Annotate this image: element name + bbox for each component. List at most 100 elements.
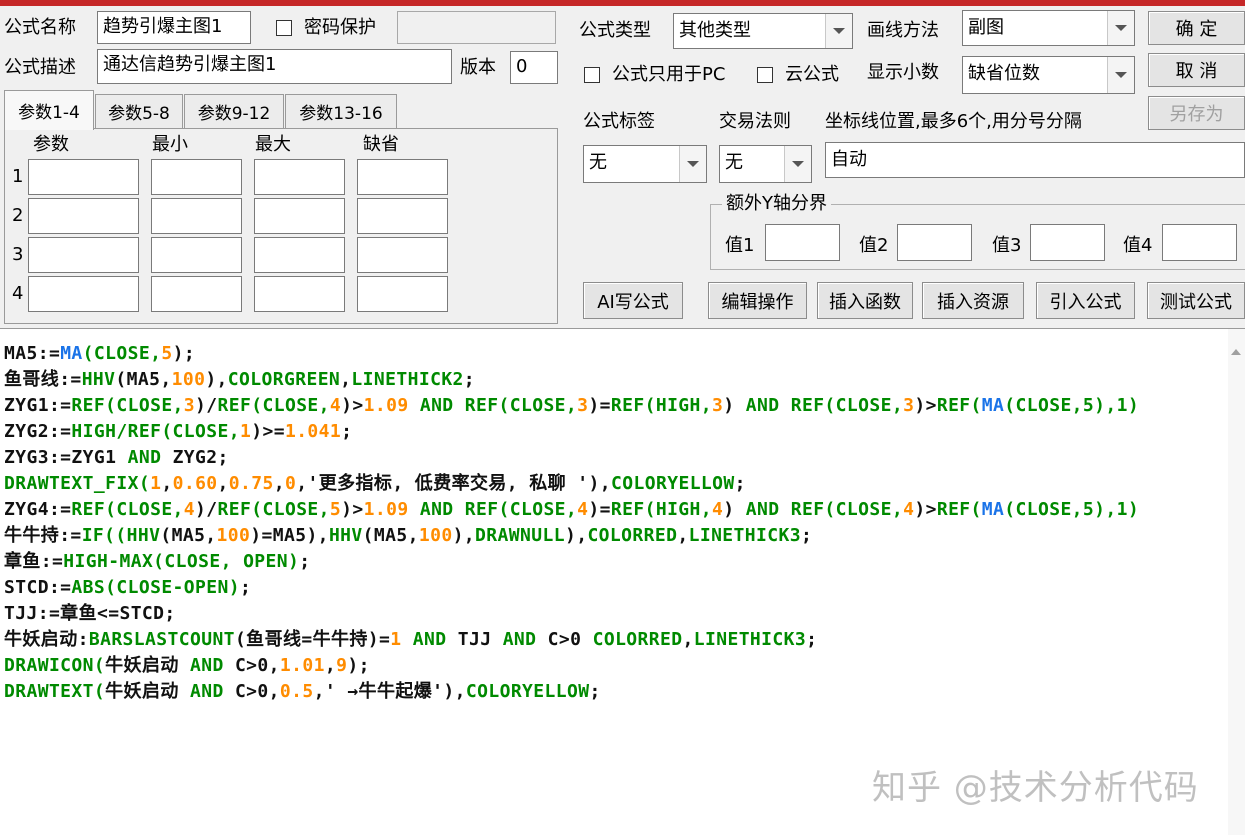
param-default-input[interactable] xyxy=(357,198,448,234)
axis-position-input[interactable]: 自动 xyxy=(825,142,1245,178)
ok-button[interactable]: 确 定 xyxy=(1148,11,1245,45)
save-as-button[interactable]: 另存为 xyxy=(1148,96,1245,130)
param-min-input[interactable] xyxy=(151,276,242,312)
code-text[interactable]: MA5:=MA(CLOSE,5); 鱼哥线:=HHV(MA5,100),COLOR… xyxy=(4,341,1228,705)
code-token: ) xyxy=(723,499,746,520)
code-token: 0.75 xyxy=(228,473,274,494)
ai-write-formula-button[interactable]: AI写公式 xyxy=(583,282,683,319)
chevron-down-icon[interactable] xyxy=(784,146,811,182)
param-name-input[interactable] xyxy=(28,237,139,273)
formula-type-select[interactable]: 其他类型 xyxy=(673,13,853,49)
code-token: C>0, xyxy=(223,681,280,702)
code-token: LINETHICK2 xyxy=(351,369,464,390)
draw-method-select[interactable]: 副图 xyxy=(962,10,1135,46)
param-min-input[interactable] xyxy=(151,237,242,273)
insert-resource-button[interactable]: 插入资源 xyxy=(922,282,1024,319)
cancel-button[interactable]: 取 消 xyxy=(1148,53,1245,87)
value4-input[interactable] xyxy=(1162,224,1237,261)
value1-input[interactable] xyxy=(765,224,840,261)
code-line[interactable]: MA5:=MA(CLOSE,5); xyxy=(4,341,1228,367)
code-line[interactable]: 鱼哥线:=HHV(MA5,100),COLORGREEN,LINETHICK2; xyxy=(4,367,1228,393)
code-token: MA xyxy=(60,343,83,364)
code-token: 1.09 xyxy=(363,499,409,520)
param-max-input[interactable] xyxy=(254,276,345,312)
insert-function-button[interactable]: 插入函数 xyxy=(817,282,913,319)
code-token: (CLOSE,5),1) xyxy=(1004,499,1140,520)
trade-rule-select[interactable]: 无 xyxy=(719,145,812,183)
code-token: REF(CLOSE, xyxy=(127,421,240,442)
code-line[interactable]: ZYG4:=REF(CLOSE,4)/REF(CLOSE,5)>1.09 AND… xyxy=(4,497,1228,523)
code-line[interactable]: 章鱼:=HIGH-MAX(CLOSE, OPEN); xyxy=(4,549,1228,575)
code-token: HHV xyxy=(126,525,161,546)
code-line[interactable]: 牛牛持:=IF((HHV(MA5,100)=MA5),HHV(MA5,100),… xyxy=(4,523,1228,549)
formula-tag-select[interactable]: 无 xyxy=(583,145,707,183)
import-formula-button[interactable]: 引入公式 xyxy=(1036,282,1135,319)
param-max-input[interactable] xyxy=(254,237,345,273)
scroll-up-icon[interactable] xyxy=(1231,349,1241,355)
chevron-down-icon[interactable] xyxy=(825,14,852,48)
param-default-input[interactable] xyxy=(357,159,448,195)
code-token: AND xyxy=(502,629,548,650)
param-row-label: 1 xyxy=(12,166,24,187)
code-token: COLORRED xyxy=(587,525,678,546)
test-formula-button[interactable]: 测试公式 xyxy=(1147,282,1245,319)
code-token: )>= xyxy=(251,421,285,442)
param-name-input[interactable] xyxy=(28,159,139,195)
param-max-input[interactable] xyxy=(254,198,345,234)
extra-y-axis-title: 额外Y轴分界 xyxy=(722,192,831,216)
code-token: 鱼哥线:= xyxy=(4,369,82,390)
code-line[interactable]: 牛妖启动:BARSLASTCOUNT(鱼哥线=牛牛持)=1 AND TJJ AN… xyxy=(4,627,1228,653)
code-token: REF(CLOSE, xyxy=(464,395,578,416)
value2-input[interactable] xyxy=(897,224,972,261)
editor-scrollbar[interactable] xyxy=(1228,329,1245,835)
formula-desc-input[interactable]: 通达信趋势引爆主图1 xyxy=(97,49,452,84)
code-line[interactable]: DRAWTEXT(牛妖启动 AND C>0,0.5,' →牛牛起爆'),COLO… xyxy=(4,679,1228,705)
chevron-down-icon[interactable] xyxy=(679,146,706,182)
password-checkbox[interactable] xyxy=(276,20,292,36)
code-line[interactable]: STCD:=ABS(CLOSE-OPEN); xyxy=(4,575,1228,601)
param-max-input[interactable] xyxy=(254,159,345,195)
formula-name-label: 公式名称 xyxy=(4,17,76,38)
param-name-input[interactable] xyxy=(28,276,139,312)
param-min-input[interactable] xyxy=(151,159,242,195)
code-line[interactable]: ZYG3:=ZYG1 AND ZYG2; xyxy=(4,445,1228,471)
cloud-checkbox[interactable] xyxy=(757,67,773,83)
code-token: ZYG2:= xyxy=(4,421,72,442)
formula-tag-label: 公式标签 xyxy=(583,111,655,132)
chevron-down-icon[interactable] xyxy=(1107,57,1134,93)
code-token: ; xyxy=(589,681,601,702)
tab-params-13-16[interactable]: 参数13-16 xyxy=(285,94,397,128)
code-editor[interactable]: MA5:=MA(CLOSE,5); 鱼哥线:=HHV(MA5,100),COLOR… xyxy=(0,328,1245,835)
code-line[interactable]: TJJ:=章鱼<=STCD; xyxy=(4,601,1228,627)
code-line[interactable]: ZYG2:=HIGH/REF(CLOSE,1)>=1.041; xyxy=(4,419,1228,445)
draw-method-label: 画线方法 xyxy=(867,20,939,41)
decimals-select[interactable]: 缺省位数 xyxy=(962,56,1135,94)
formula-name-input[interactable]: 趋势引爆主图1 xyxy=(97,11,251,44)
code-line[interactable]: ZYG1:=REF(CLOSE,3)/REF(CLOSE,4)>1.09 AND… xyxy=(4,393,1228,419)
code-token: COLORYELLOW xyxy=(465,681,590,702)
param-name-input[interactable] xyxy=(28,198,139,234)
edit-operations-button[interactable]: 编辑操作 xyxy=(708,282,807,319)
param-default-input[interactable] xyxy=(357,276,448,312)
value3-input[interactable] xyxy=(1030,224,1105,261)
param-min-input[interactable] xyxy=(151,198,242,234)
pc-only-checkbox[interactable] xyxy=(584,67,600,83)
tab-params-1-4[interactable]: 参数1-4 xyxy=(4,90,94,130)
code-token: REF(CLOSE, xyxy=(71,499,184,520)
chevron-down-icon[interactable] xyxy=(1107,11,1134,45)
tab-params-9-12[interactable]: 参数9-12 xyxy=(184,94,284,128)
code-token: TJJ xyxy=(457,629,503,650)
code-token: HHV xyxy=(81,369,116,390)
code-line[interactable]: DRAWTEXT_FIX(1,0.60,0.75,0,'更多指标, 低费率交易,… xyxy=(4,471,1228,497)
code-token: ABS(CLOSE-OPEN) xyxy=(71,577,240,598)
code-token: C>0 xyxy=(547,629,593,650)
code-line[interactable]: DRAWICON(牛妖启动 AND C>0,1.01,9); xyxy=(4,653,1228,679)
param-col-max: 最大 xyxy=(255,134,291,155)
param-default-input[interactable] xyxy=(357,237,448,273)
code-token: AND xyxy=(408,499,465,520)
tab-params-5-8[interactable]: 参数5-8 xyxy=(95,94,183,128)
version-input[interactable]: 0 xyxy=(510,51,558,84)
code-token: REF(HIGH, xyxy=(610,395,713,416)
trade-rule-value: 无 xyxy=(725,152,743,173)
code-token: ) xyxy=(723,395,746,416)
